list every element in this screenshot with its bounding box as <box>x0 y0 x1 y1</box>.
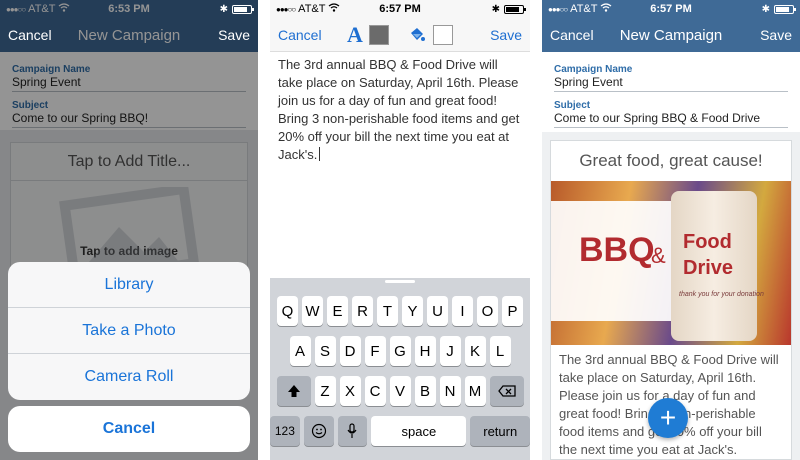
hero-drive-text: Drive <box>683 257 734 279</box>
key-k[interactable]: K <box>464 336 486 366</box>
nav-bar: Cancel New Campaign Save <box>542 18 800 52</box>
key-m[interactable]: M <box>464 376 486 406</box>
save-button[interactable]: Save <box>490 27 522 43</box>
bluetooth-icon: ✱ <box>761 3 770 15</box>
ios-keyboard: Q W E R T Y U I O P A S D F G H J K L Z … <box>270 278 530 460</box>
key-q[interactable]: Q <box>277 296 298 326</box>
battery-icon <box>232 4 254 14</box>
status-right: ✱ <box>761 3 796 15</box>
battery-icon <box>504 4 526 14</box>
key-x[interactable]: X <box>339 376 361 406</box>
campaign-hero-image[interactable]: BBQ & Food Drive thank you for your dona… <box>551 181 791 345</box>
key-s[interactable]: S <box>314 336 336 366</box>
key-c[interactable]: C <box>364 376 386 406</box>
campaign-name-field[interactable]: Spring Event <box>554 75 788 92</box>
key-o[interactable]: O <box>477 296 498 326</box>
plus-icon[interactable]: + <box>648 398 688 438</box>
key-d[interactable]: D <box>339 336 361 366</box>
image-source-action-sheet: Library Take a Photo Camera Roll <box>8 262 250 400</box>
status-bar: ●●●○○ AT&T 6:57 PM ✱ <box>542 0 800 18</box>
screen-new-campaign-image-picker: ●●●○○ AT&T 6:53 PM ✱ Cancel New Campaign… <box>0 0 258 460</box>
nav-bar: Cancel A Save <box>270 18 530 52</box>
campaign-headline[interactable]: Great food, great cause! <box>551 141 791 181</box>
key-j[interactable]: J <box>439 336 461 366</box>
bluetooth-icon: ✱ <box>219 3 228 15</box>
cancel-button[interactable]: Cancel <box>550 27 594 43</box>
cancel-button[interactable]: Cancel <box>278 27 322 43</box>
subject-field[interactable]: Come to our Spring BBQ & Food Drive <box>554 111 788 128</box>
text-caret <box>319 147 321 161</box>
key-v[interactable]: V <box>389 376 411 406</box>
keyboard-grabber <box>385 280 415 283</box>
key-l[interactable]: L <box>489 336 511 366</box>
shift-icon[interactable] <box>276 376 311 406</box>
take-photo-option[interactable]: Take a Photo <box>8 308 250 354</box>
key-f[interactable]: F <box>364 336 386 366</box>
subject-label: Subject <box>554 100 591 111</box>
keyboard-row-1: Q W E R T Y U I O P <box>270 296 530 326</box>
key-n[interactable]: N <box>439 376 461 406</box>
key-t[interactable]: T <box>377 296 398 326</box>
key-y[interactable]: Y <box>402 296 423 326</box>
status-bar: ●●●○○ AT&T 6:57 PM ✱ <box>270 0 530 18</box>
key-g[interactable]: G <box>389 336 411 366</box>
message-text-area[interactable]: The 3rd annual BBQ & Food Drive will tak… <box>278 56 522 164</box>
message-text: The 3rd annual BBQ & Food Drive will tak… <box>278 57 520 162</box>
numbers-key[interactable]: 123 <box>270 416 300 446</box>
hero-tagline: thank you for your donation <box>679 291 764 298</box>
keyboard-row-3: Z X C V B N M <box>270 376 530 406</box>
space-key[interactable]: space <box>371 416 467 446</box>
keyboard-row-2: A S D F G H J K L <box>270 336 530 366</box>
campaign-form: Campaign Name Spring Event Subject Come … <box>542 52 800 132</box>
screen-campaign-preview: ●●●○○ AT&T 6:57 PM ✱ Cancel New Campaign… <box>542 0 800 460</box>
bluetooth-icon: ✱ <box>491 3 500 15</box>
save-button[interactable]: Save <box>760 27 792 43</box>
status-right: ✱ <box>491 3 526 15</box>
key-w[interactable]: W <box>302 296 323 326</box>
key-p[interactable]: P <box>502 296 523 326</box>
key-e[interactable]: E <box>327 296 348 326</box>
key-z[interactable]: Z <box>314 376 336 406</box>
screenshot-collage: ●●●○○ AT&T 6:53 PM ✱ Cancel New Campaign… <box>0 0 800 460</box>
campaign-name-label: Campaign Name <box>554 64 633 75</box>
font-style-icon[interactable]: A <box>347 22 363 48</box>
paint-bucket-icon[interactable] <box>407 25 427 45</box>
emoji-icon[interactable] <box>303 416 334 446</box>
key-b[interactable]: B <box>414 376 436 406</box>
hero-ampersand: & <box>651 243 666 268</box>
hero-food-text: Food <box>683 231 732 253</box>
save-button[interactable]: Save <box>218 27 250 43</box>
key-i[interactable]: I <box>452 296 473 326</box>
action-sheet-cancel-button[interactable]: Cancel <box>8 406 250 452</box>
microphone-icon[interactable] <box>337 416 368 446</box>
text-color-swatch[interactable] <box>368 25 389 45</box>
library-option[interactable]: Library <box>8 262 250 308</box>
key-u[interactable]: U <box>427 296 448 326</box>
key-a[interactable]: A <box>289 336 311 366</box>
status-right: ✱ <box>219 3 254 15</box>
keyboard-row-4: 123 space return <box>270 416 530 446</box>
key-r[interactable]: R <box>352 296 373 326</box>
hero-bbq-text: BBQ <box>579 231 655 269</box>
background-color-swatch[interactable] <box>432 25 453 45</box>
cancel-button[interactable]: Cancel <box>8 27 52 43</box>
backspace-icon[interactable] <box>489 376 524 406</box>
camera-roll-option[interactable]: Camera Roll <box>8 354 250 400</box>
key-h[interactable]: H <box>414 336 436 366</box>
screen-text-editor: ●●●○○ AT&T 6:57 PM ✱ Cancel A Save The 3… <box>270 0 530 460</box>
battery-icon <box>774 4 796 14</box>
return-key[interactable]: return <box>470 416 530 446</box>
